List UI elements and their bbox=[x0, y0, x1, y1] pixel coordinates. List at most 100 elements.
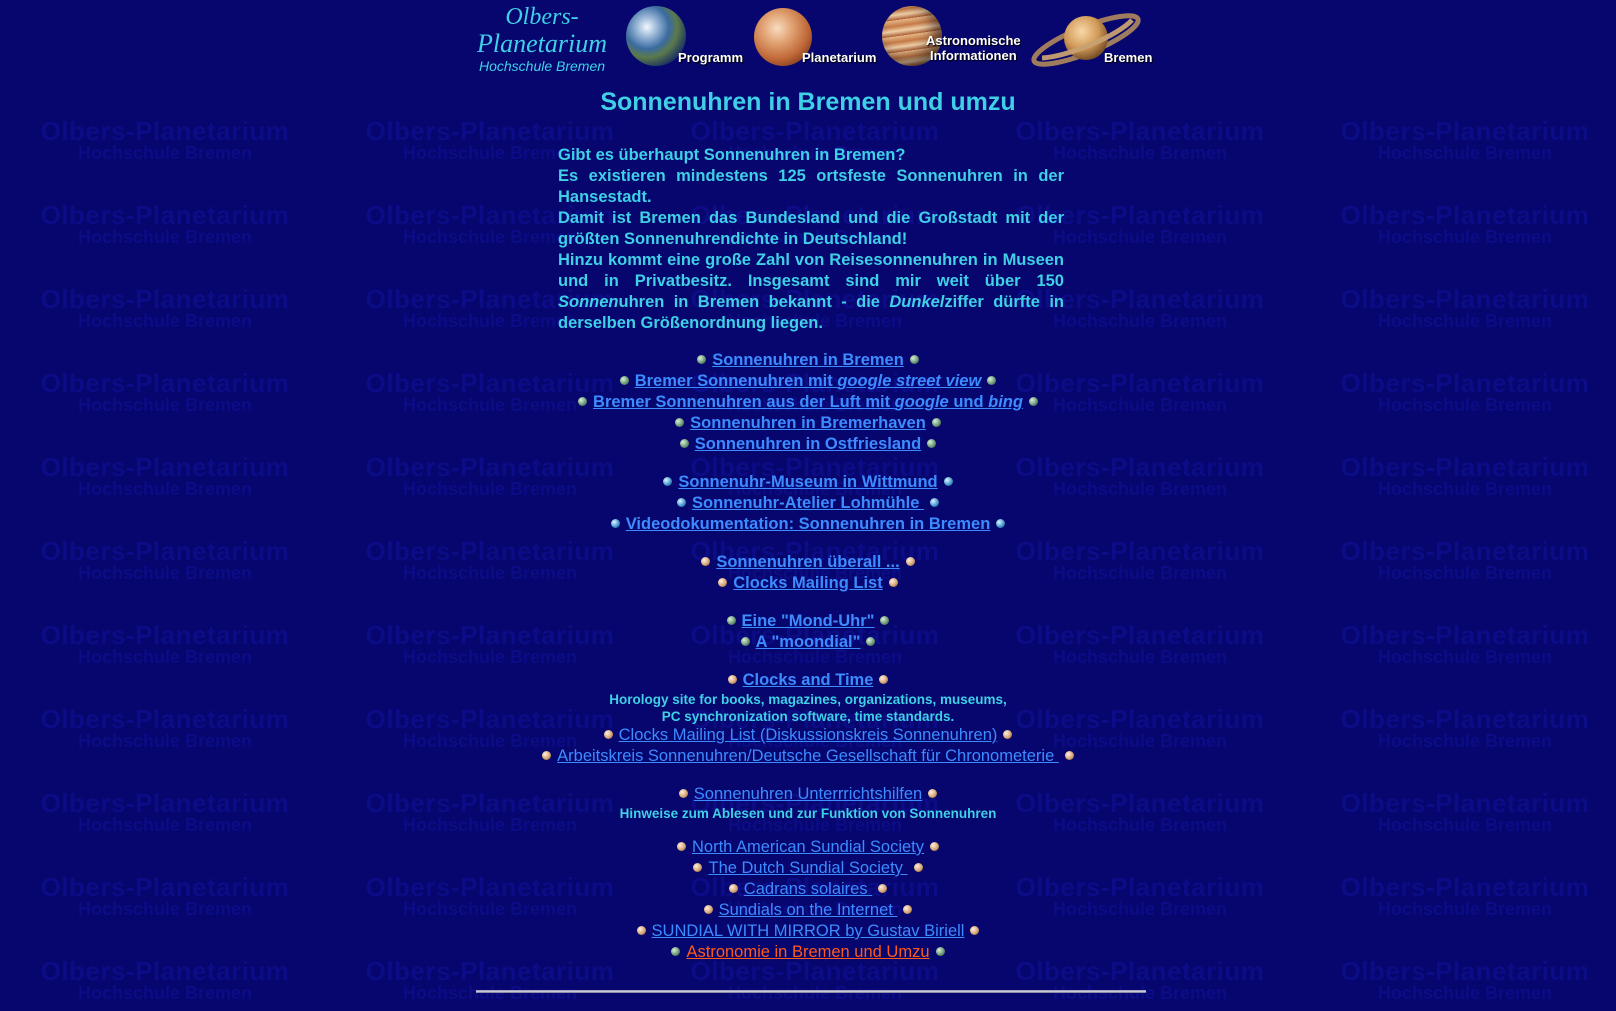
blue-ball-icon bbox=[663, 477, 673, 487]
tan-ball-icon bbox=[727, 675, 737, 685]
unterrichtshilfen-note: Hinweise zum Ablesen und zur Funktion vo… bbox=[619, 806, 997, 821]
blue-ball-icon bbox=[610, 519, 620, 529]
tan-ball-icon bbox=[903, 905, 913, 915]
watermark-tile: Olbers-Planetarium Hochschule Bremen bbox=[40, 200, 290, 247]
tan-ball-icon bbox=[603, 730, 613, 740]
link-north-american-sundial-society[interactable]: North American Sundial Society bbox=[692, 838, 924, 856]
tan-ball-icon bbox=[542, 751, 552, 761]
logo-line-3: Hochschule Bremen bbox=[478, 58, 606, 74]
intro-emph-dunkel: Dunkel bbox=[889, 293, 945, 311]
clocks-and-time-note-1: Horology site for books, magazines, orga… bbox=[609, 692, 1007, 707]
link-clocks-mailing-list-diskussionskreis[interactable]: Clocks Mailing List (Diskussionskreis So… bbox=[619, 726, 998, 744]
green-ball-icon bbox=[697, 355, 707, 365]
link-clocks-mailing-list[interactable]: Clocks Mailing List bbox=[733, 574, 882, 592]
watermark-tile: Olbers-Planetarium Hochschule Bremen bbox=[1015, 956, 1265, 1003]
list-item: Sonnenuhr-Museum in Wittmund bbox=[0, 472, 1616, 493]
green-ball-icon bbox=[1028, 397, 1038, 407]
list-item: Sonnenuhren in Ostfriesland bbox=[0, 434, 1616, 455]
nav-programm[interactable]: Programm bbox=[626, 0, 762, 78]
link-unterrichtshilfen[interactable]: Sonnenuhren Unterrrichtshilfen bbox=[694, 785, 922, 803]
link-wittmund[interactable]: Sonnenuhr-Museum in Wittmund bbox=[678, 473, 937, 491]
watermark-tile: Olbers-Planetarium Hochschule Bremen bbox=[40, 956, 290, 1003]
green-ball-icon bbox=[679, 439, 689, 449]
list-item: Sundials on the Internet bbox=[0, 900, 1616, 921]
watermark-tile: Olbers-Planetarium Hochschule Bremen bbox=[365, 956, 615, 1003]
list-item: SUNDIAL WITH MIRROR by Gustav Biriell bbox=[0, 921, 1616, 942]
link-astronomie-in-bremen[interactable]: Astronomie in Bremen und Umzu bbox=[686, 943, 929, 961]
tan-ball-icon bbox=[636, 926, 646, 936]
list-item: The Dutch Sundial Society bbox=[0, 858, 1616, 879]
watermark-tile: Olbers-Planetarium Hochschule Bremen bbox=[40, 116, 290, 163]
tan-ball-icon bbox=[928, 789, 938, 799]
link-bremerhaven[interactable]: Sonnenuhren in Bremerhaven bbox=[690, 414, 926, 432]
link-sundial-with-mirror[interactable]: SUNDIAL WITH MIRROR by Gustav Biriell bbox=[652, 922, 965, 940]
link-aerial-view[interactable]: Bremer Sonnenuhren aus der Luft mit goog… bbox=[593, 393, 1023, 411]
tan-ball-icon bbox=[878, 884, 888, 894]
intro-text: Gibt es überhaupt Sonnenuhren in Bremen?… bbox=[558, 145, 1064, 334]
link-lohmuehle[interactable]: Sonnenuhr-Atelier Lohmühle bbox=[692, 494, 924, 512]
tan-ball-icon bbox=[930, 842, 940, 852]
tan-ball-icon bbox=[879, 675, 889, 685]
green-ball-icon bbox=[987, 376, 997, 386]
blue-ball-icon bbox=[677, 498, 687, 508]
list-item: Cadrans solaires bbox=[0, 879, 1616, 900]
list-item: Sonnenuhren Unterrrichtshilfen bbox=[0, 784, 1616, 805]
list-item: Clocks Mailing List bbox=[0, 573, 1616, 594]
green-ball-icon bbox=[927, 439, 937, 449]
green-ball-icon bbox=[578, 397, 588, 407]
list-item: Sonnenuhren überall ... bbox=[0, 552, 1616, 573]
link-street-view[interactable]: Bremer Sonnenuhren mit google street vie… bbox=[635, 372, 982, 390]
link-sundials-on-the-internet[interactable]: Sundials on the Internet bbox=[719, 901, 898, 919]
logo-line-2: Planetarium bbox=[477, 29, 607, 58]
link-clocks-and-time[interactable]: Clocks and Time bbox=[743, 671, 874, 689]
watermark-tile: Olbers-Planetarium Hochschule Bremen bbox=[690, 956, 940, 1003]
link-ostfriesland[interactable]: Sonnenuhren in Ostfriesland bbox=[695, 435, 921, 453]
list-item: Eine "Mond-Uhr" bbox=[0, 611, 1616, 632]
list-item: Sonnenuhr-Atelier Lohmühle bbox=[0, 493, 1616, 514]
link-videodokumentation[interactable]: Videodokumentation: Sonnenuhren in Breme… bbox=[626, 515, 991, 533]
green-ball-icon bbox=[880, 616, 890, 626]
list-item: Arbeitskreis Sonnenuhren/Deutsche Gesell… bbox=[0, 746, 1616, 767]
tan-ball-icon bbox=[1003, 730, 1013, 740]
link-mond-uhr[interactable]: Eine "Mond-Uhr" bbox=[742, 612, 875, 630]
blue-ball-icon bbox=[929, 498, 939, 508]
green-ball-icon bbox=[935, 947, 945, 957]
watermark-tile: Olbers-Planetarium Hochschule Bremen bbox=[1340, 200, 1590, 247]
intro-question: Gibt es überhaupt Sonnenuhren in Bremen? bbox=[558, 146, 906, 164]
green-ball-icon bbox=[931, 418, 941, 428]
list-item: Sonnenuhren in Bremen bbox=[0, 350, 1616, 371]
tan-ball-icon bbox=[728, 884, 738, 894]
green-ball-icon bbox=[909, 355, 919, 365]
link-arbeitskreis-sonnenuhren[interactable]: Arbeitskreis Sonnenuhren/Deutsche Gesell… bbox=[557, 747, 1059, 765]
list-item: Bremer Sonnenuhren mit google street vie… bbox=[0, 371, 1616, 392]
link-cadrans-solaires[interactable]: Cadrans solaires bbox=[744, 880, 872, 898]
link-sonnenuhren-in-bremen[interactable]: Sonnenuhren in Bremen bbox=[712, 351, 904, 369]
green-ball-icon bbox=[726, 616, 736, 626]
link-sonnenuhren-ueberall[interactable]: Sonnenuhren überall ... bbox=[716, 553, 899, 571]
link-dutch-sundial-society[interactable]: The Dutch Sundial Society bbox=[708, 859, 907, 877]
blue-ball-icon bbox=[996, 519, 1006, 529]
list-item: Sonnenuhren in Bremerhaven bbox=[0, 413, 1616, 434]
tan-ball-icon bbox=[676, 842, 686, 852]
link-list: Sonnenuhren in Bremen Bremer Sonnenuhren… bbox=[0, 350, 1616, 963]
blue-ball-icon bbox=[943, 477, 953, 487]
header-banner: Olbers- Planetarium Hochschule Bremen Pr… bbox=[462, 0, 1162, 78]
tan-ball-icon bbox=[693, 863, 703, 873]
planetarium-logo[interactable]: Olbers- Planetarium Hochschule Bremen bbox=[462, 0, 622, 74]
watermark-tile: Olbers-Planetarium Hochschule Bremen bbox=[1340, 284, 1590, 331]
watermark-tile: Olbers-Planetarium Hochschule Bremen bbox=[1340, 116, 1590, 163]
tan-ball-icon bbox=[970, 926, 980, 936]
tan-ball-icon bbox=[913, 863, 923, 873]
green-ball-icon bbox=[671, 947, 681, 957]
list-item: North American Sundial Society bbox=[0, 837, 1616, 858]
nav-bremen[interactable]: Bremen bbox=[1028, 0, 1168, 78]
list-item: A "moondial" bbox=[0, 632, 1616, 653]
nav-programm-label: Programm bbox=[678, 50, 744, 65]
list-item: Bremer Sonnenuhren aus der Luft mit goog… bbox=[0, 392, 1616, 413]
tan-ball-icon bbox=[718, 578, 728, 588]
nav-astronomische-informationen[interactable]: Astronomische Informationen bbox=[880, 0, 1050, 78]
watermark-tile: Olbers-Planetarium Hochschule Bremen bbox=[40, 284, 290, 331]
link-moondial[interactable]: A "moondial" bbox=[756, 633, 861, 651]
intro-emph-sonnen: Sonnen bbox=[558, 293, 619, 311]
green-ball-icon bbox=[619, 376, 629, 386]
